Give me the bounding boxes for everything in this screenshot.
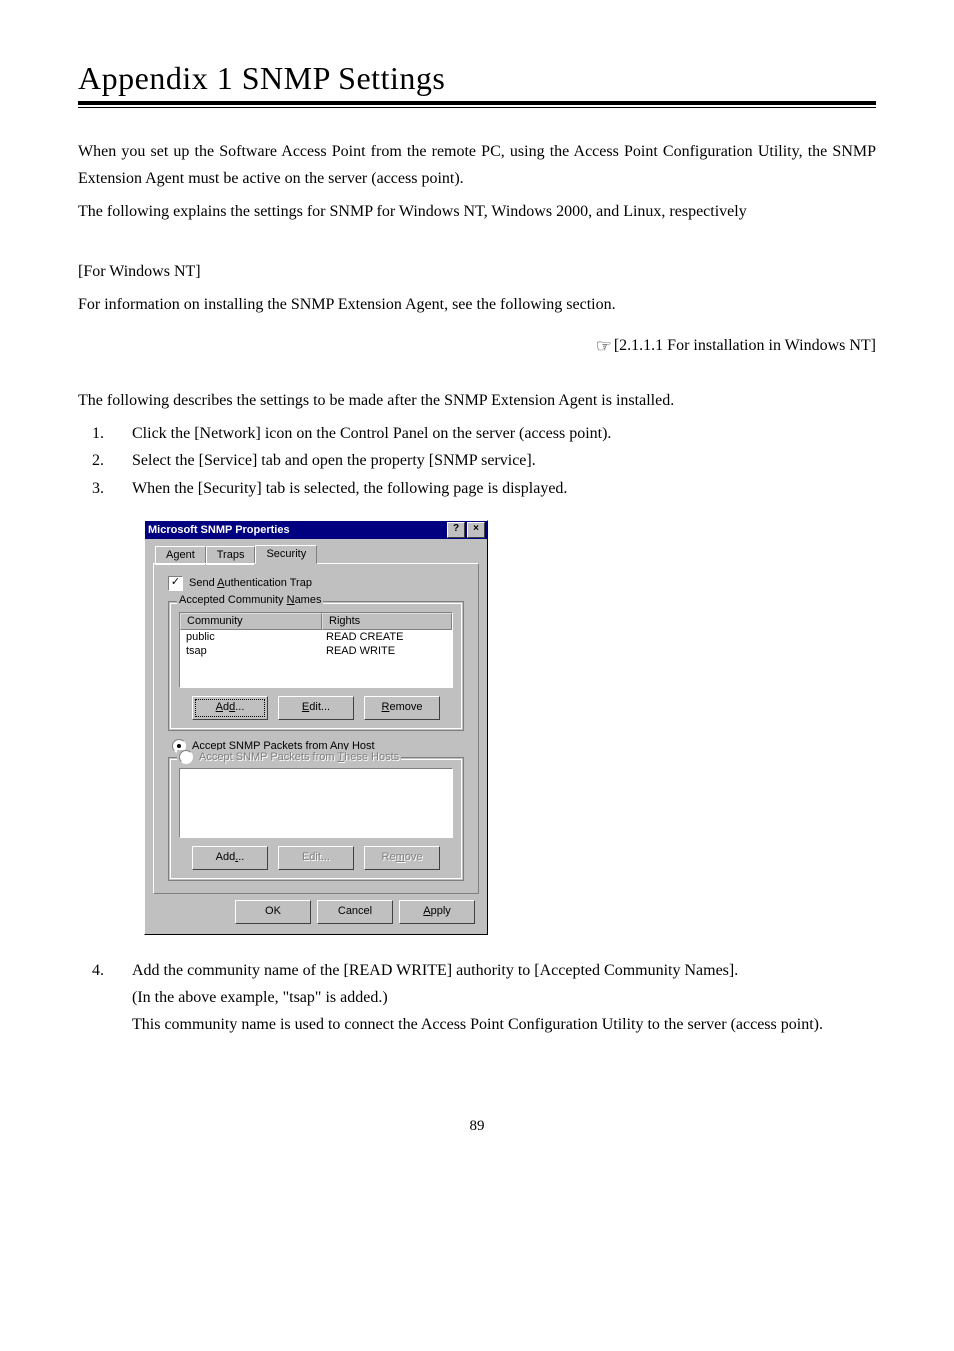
col-header-community[interactable]: Community xyxy=(180,613,322,630)
cell-community: public xyxy=(180,630,320,644)
send-auth-trap-option[interactable]: ✓ Send Authentication Trap xyxy=(168,576,464,591)
tab-strip: Agent Traps Security xyxy=(153,545,479,564)
steps-list: 1. Click the [Network] icon on the Contr… xyxy=(78,420,876,502)
group-title-radio[interactable]: Accept SNMP Packets from These Hosts xyxy=(177,750,401,764)
step-number: 4. xyxy=(92,957,116,1039)
windows-nt-p1: For information on installing the SNMP E… xyxy=(78,291,876,318)
intro-paragraph-2: The following explains the settings for … xyxy=(78,198,876,225)
cell-rights: READ CREATE xyxy=(320,630,452,644)
step-text: Click the [Network] icon on the Control … xyxy=(132,420,876,447)
list-item: 4. Add the community name of the [READ W… xyxy=(78,957,876,1039)
table-row[interactable]: tsap READ WRITE xyxy=(180,644,452,658)
list-item: 2. Select the [Service] tab and open the… xyxy=(78,447,876,474)
cancel-button[interactable]: Cancel xyxy=(317,900,393,924)
close-button[interactable]: × xyxy=(467,522,485,538)
cross-reference-text: [2.1.1.1 For installation in Windows NT] xyxy=(614,337,876,354)
title-rule-thick xyxy=(78,101,876,105)
after-install-text: The following describes the settings to … xyxy=(78,387,876,414)
steps-list-cont: 4. Add the community name of the [READ W… xyxy=(78,957,876,1039)
remove-community-button[interactable]: Remove xyxy=(364,696,440,720)
tab-security[interactable]: Security xyxy=(255,545,317,564)
checkbox-checked-icon[interactable]: ✓ xyxy=(168,576,183,591)
security-panel: ✓ Send Authentication Trap Accepted Comm… xyxy=(153,563,479,894)
dialog-title: Microsoft SNMP Properties xyxy=(148,524,445,536)
cell-community: tsap xyxy=(180,644,320,658)
cross-reference: ☞ [2.1.1.1 For installation in Windows N… xyxy=(78,336,876,357)
windows-nt-heading: [For Windows NT] xyxy=(78,258,876,285)
intro-paragraph-1: When you set up the Software Access Poin… xyxy=(78,138,876,192)
remove-host-button: Remove xyxy=(364,846,440,870)
edit-host-button: Edit... xyxy=(278,846,354,870)
accepted-community-names-group: Accepted Community Names Community Right… xyxy=(168,601,464,731)
page-number: 89 xyxy=(78,1118,876,1135)
radio-unselected-icon[interactable] xyxy=(179,750,193,764)
step-text: Select the [Service] tab and open the pr… xyxy=(132,447,876,474)
hosts-listbox[interactable] xyxy=(179,768,453,838)
step-number: 1. xyxy=(92,420,116,447)
apply-button[interactable]: Apply xyxy=(399,900,475,924)
step-text: When the [Security] tab is selected, the… xyxy=(132,475,876,502)
table-row[interactable]: public READ CREATE xyxy=(180,630,452,644)
step-number: 2. xyxy=(92,447,116,474)
help-button[interactable]: ? xyxy=(447,522,465,538)
ok-button[interactable]: OK xyxy=(235,900,311,924)
step-text: Add the community name of the [READ WRIT… xyxy=(132,957,876,1039)
appendix-title: Appendix 1 SNMP Settings xyxy=(78,60,876,97)
edit-community-button[interactable]: Edit... xyxy=(278,696,354,720)
cell-rights: READ WRITE xyxy=(320,644,452,658)
add-host-button[interactable]: Add... xyxy=(192,846,268,870)
pointer-icon: ☞ xyxy=(596,336,610,356)
send-auth-trap-label: Send Authentication Trap xyxy=(189,577,312,589)
add-community-button[interactable]: Add... xyxy=(192,696,268,720)
accept-these-hosts-label: Accept SNMP Packets from These Hosts xyxy=(199,751,399,763)
step-number: 3. xyxy=(92,475,116,502)
list-item: 3. When the [Security] tab is selected, … xyxy=(78,475,876,502)
snmp-properties-dialog: Microsoft SNMP Properties ? × Agent Trap… xyxy=(144,520,488,935)
accept-these-hosts-group: Accept SNMP Packets from These Hosts Add… xyxy=(168,757,464,881)
dialog-titlebar: Microsoft SNMP Properties ? × xyxy=(145,521,487,539)
list-item: 1. Click the [Network] icon on the Contr… xyxy=(78,420,876,447)
group-title: Accepted Community Names xyxy=(177,594,323,606)
title-rule-thin xyxy=(78,107,876,108)
col-header-rights[interactable]: Rights xyxy=(322,613,452,630)
community-listbox[interactable]: Community Rights public READ CREATE tsap… xyxy=(179,612,453,688)
